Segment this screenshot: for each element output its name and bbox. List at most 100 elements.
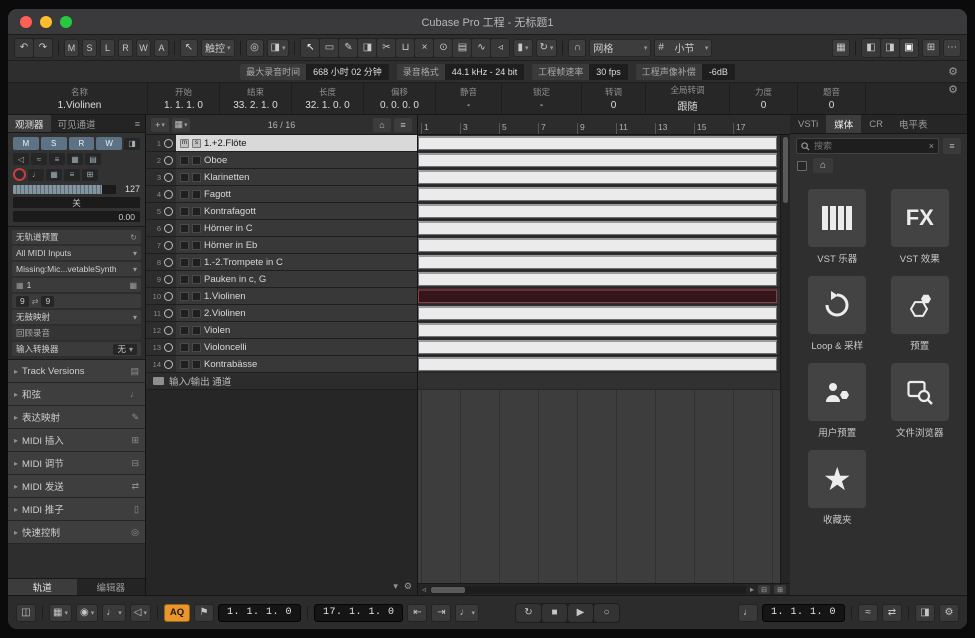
solo-icon[interactable]: s [192, 139, 201, 148]
tempo-note-button[interactable]: ♩ [738, 604, 758, 622]
cycle-button[interactable]: ↻ [516, 604, 541, 622]
results-list-button[interactable]: ≡ [943, 138, 961, 154]
global-listen-button[interactable]: L [100, 39, 115, 57]
track-name-area[interactable]: Kontrafagott [176, 203, 417, 219]
record-arm-icon[interactable] [164, 292, 173, 301]
automation-suspend-button[interactable]: A [154, 39, 169, 57]
track-row[interactable]: 6 Hörner in C [146, 220, 417, 237]
keyboard-icon[interactable]: ▦ [46, 169, 62, 181]
tab-cr[interactable]: CR [861, 115, 891, 133]
track-row[interactable]: 5 Kontrafagott [146, 203, 417, 220]
sync-button[interactable]: ⇄ [882, 604, 902, 622]
info-col-length[interactable]: 长度 32. 1. 0. 0 [292, 83, 364, 114]
bank-program-row[interactable]: 9 ⇄ 9 [12, 294, 141, 308]
track-filter-button[interactable]: ▦ ▾ [172, 118, 190, 132]
record-button[interactable]: ○ [594, 604, 619, 622]
mute-icon[interactable]: m [180, 139, 189, 148]
record-arm-icon[interactable] [164, 258, 173, 267]
solo-icon[interactable] [192, 224, 201, 233]
midi-part[interactable] [418, 153, 777, 167]
line-tool[interactable]: ∿ [472, 39, 490, 57]
track-name-area[interactable]: Pauken in c, G [176, 271, 417, 287]
section-midi-modifiers[interactable]: ▸ MIDI 调节 ⊟ [8, 452, 145, 475]
scroll-left-icon[interactable]: ◃ [422, 585, 426, 594]
mute-icon[interactable] [180, 292, 189, 301]
solo-icon[interactable] [192, 241, 201, 250]
bypass-button[interactable]: ◎ [246, 39, 264, 57]
lane-icon[interactable]: ▤ [85, 153, 101, 165]
mute-icon[interactable] [180, 258, 189, 267]
vscroll-thumb[interactable] [783, 137, 788, 203]
setup-window-layout-button[interactable]: ▦ [832, 39, 850, 57]
record-arm-icon[interactable] [164, 190, 173, 199]
track-row[interactable]: 2 Oboe [146, 152, 417, 169]
right-zone-button[interactable]: ▣ [900, 39, 918, 57]
home-view-button[interactable]: ⌂ [373, 118, 391, 132]
track-row[interactable]: 8 1.-2.Trompete in C [146, 254, 417, 271]
media-tile-favorites[interactable]: ★ 收藏夹 [808, 450, 866, 526]
media-tile-vst-effects[interactable]: FX VST 效果 [891, 189, 949, 265]
media-tile-loops-samples[interactable]: Loop & 采样 [808, 276, 866, 352]
list-view-button[interactable]: ≡ [394, 118, 412, 132]
track-lane[interactable] [418, 322, 790, 339]
input-routing-row[interactable]: All MIDI Inputs ▾ [12, 246, 141, 260]
solo-icon[interactable] [192, 275, 201, 284]
media-tile-vst-instruments[interactable]: VST 乐器 [808, 189, 866, 265]
media-tile-presets[interactable]: 预置 [891, 276, 949, 352]
track-list-empty-area[interactable]: ▾ ⚙ [146, 390, 417, 595]
edit-icon[interactable]: ≈ [31, 153, 47, 165]
track-name-area[interactable]: 2.Violinen [176, 305, 417, 321]
section-track-versions[interactable]: ▸ Track Versions ▤ [8, 360, 145, 383]
mute-icon[interactable] [180, 241, 189, 250]
marker-button[interactable]: ⚑ [194, 604, 214, 622]
empty-grid-area[interactable] [418, 390, 790, 583]
read-button[interactable]: R [69, 137, 95, 150]
record-arm-icon[interactable] [164, 241, 173, 250]
zoom-tool[interactable]: ⊙ [434, 39, 452, 57]
section-quick-controls[interactable]: ▸ 快速控制 ◎ [8, 521, 145, 544]
midi-part[interactable] [418, 323, 777, 337]
track-lane[interactable] [418, 169, 790, 186]
track-lane[interactable] [418, 152, 790, 169]
record-arm-icon[interactable] [164, 343, 173, 352]
audio-quantize-button[interactable]: AQ [164, 604, 190, 622]
grid-type-dropdown[interactable]: 网格 ▾ [589, 39, 651, 57]
automation-write-button[interactable]: W [136, 39, 151, 57]
info-col-start[interactable]: 开始 1. 1. 1. 0 [148, 83, 220, 114]
tab-visibility[interactable]: 可见通道 [51, 115, 103, 132]
search-box[interactable]: × [796, 138, 939, 154]
play-tool[interactable]: ◃ [491, 39, 509, 57]
info-col-transpose[interactable]: 转调 0 [582, 83, 646, 114]
max-record-time[interactable]: 最大录音时间 668 小时 02 分钟 [240, 64, 389, 80]
secondary-time-display[interactable]: 1. 1. 1. 0 [762, 604, 845, 622]
pan-control[interactable]: 关 [13, 197, 140, 208]
undo-button[interactable]: ↶ [15, 39, 33, 57]
info-col-end[interactable]: 结束 33. 2. 1. 0 [220, 83, 292, 114]
split-tool[interactable]: ✂ [377, 39, 395, 57]
record-arm-icon[interactable] [164, 207, 173, 216]
tab-inspector[interactable]: 观测器 [8, 115, 51, 132]
track-name-area[interactable]: 1.-2.Trompete in C [176, 254, 417, 270]
channel-row[interactable]: ▦ 1 ▦ [12, 278, 141, 292]
punch-out-button[interactable]: ⇥ [431, 604, 451, 622]
global-mute-button[interactable]: M [64, 39, 79, 57]
record-format[interactable]: 录音格式 44.1 kHz - 24 bit [397, 64, 525, 80]
mute-icon[interactable] [180, 326, 189, 335]
object-selection-tool[interactable]: ↖ [301, 39, 319, 57]
record-arm-icon[interactable] [164, 309, 173, 318]
tab-meter[interactable]: 电平表 [891, 115, 936, 133]
clear-search-icon[interactable]: × [929, 141, 934, 151]
comp-tool[interactable]: ▤ [453, 39, 471, 57]
track-row[interactable]: 14 Kontrabässe [146, 356, 417, 373]
tab-editor[interactable]: 编辑器 [77, 579, 146, 595]
track-lane[interactable] [418, 186, 790, 203]
metronome-button[interactable]: ♩ ▾ [455, 604, 479, 622]
media-tile-file-browser[interactable]: 文件浏览器 [891, 363, 949, 439]
project-frame-rate[interactable]: 工程帧速率 30 fps [532, 64, 628, 80]
record-enable-button[interactable] [13, 168, 26, 181]
transport-panel-button[interactable]: ◫ [16, 604, 36, 622]
mute-icon[interactable] [180, 224, 189, 233]
left-zone-button[interactable]: ◧ [862, 39, 880, 57]
stop-button[interactable]: ■ [542, 604, 567, 622]
record-arm-icon[interactable] [164, 139, 173, 148]
